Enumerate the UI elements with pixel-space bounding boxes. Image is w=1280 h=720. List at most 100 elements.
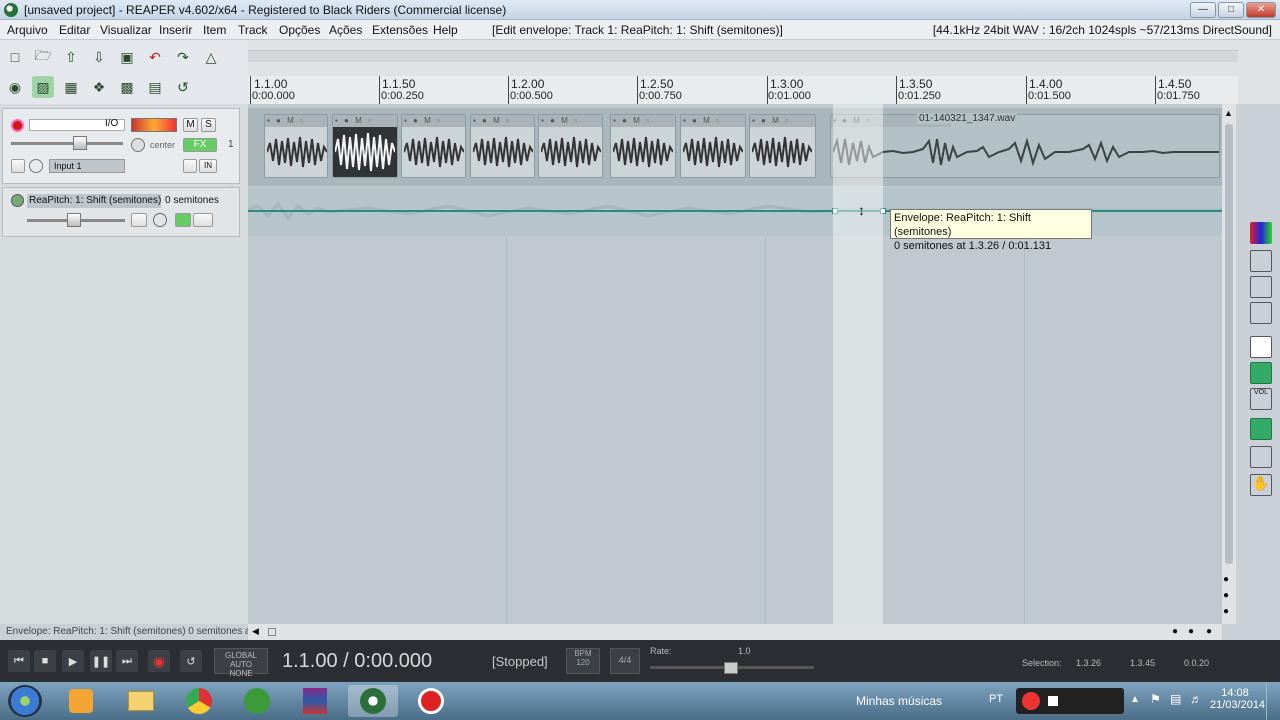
envelope-lane-header[interactable]: ReaPitch: 1: Shift (semitones) 0 semiton… [2, 187, 240, 237]
redo-icon[interactable]: ↷ [172, 46, 194, 68]
envelope-button[interactable] [183, 159, 197, 173]
menu-extensoes[interactable]: Extensões [372, 23, 428, 37]
envelope-active-button[interactable] [175, 213, 191, 227]
media-item[interactable]: ▪ ● M ▫ [264, 114, 328, 178]
menu-arquivo[interactable]: Arquivo [7, 23, 48, 37]
start-button-icon[interactable] [8, 685, 42, 717]
ripple-edit-icon[interactable]: ▨ [32, 76, 54, 98]
pause-icon[interactable]: ❚❚ [90, 650, 112, 672]
utorrent-icon[interactable] [232, 685, 282, 717]
volume-fader[interactable] [73, 136, 87, 150]
menu-track[interactable]: Track [238, 23, 268, 37]
clock[interactable]: 14:08 21/03/2014 [1210, 687, 1265, 711]
show-desktop-button[interactable] [1266, 682, 1280, 720]
menu-opcoes[interactable]: Opções [279, 23, 320, 37]
stop-icon[interactable]: ■ [34, 650, 56, 672]
loop-region-bar[interactable] [248, 50, 1238, 62]
snap-icon[interactable]: ❖ [88, 76, 110, 98]
envelope-mode-button[interactable] [131, 213, 147, 227]
time-selection[interactable] [833, 104, 883, 624]
track-1-header[interactable]: I/O M S 1 center FX Input 1 IN [2, 108, 240, 184]
loop-icon[interactable]: ↺ [172, 76, 194, 98]
hzoom-fit-icon[interactable]: ● [1206, 626, 1212, 637]
winrar-icon[interactable] [290, 685, 340, 717]
envelope-name[interactable]: ReaPitch: 1: Shift (semitones) [27, 194, 161, 208]
project-settings-icon[interactable]: ▣ [116, 46, 138, 68]
auto-crossfade-icon[interactable]: ◉ [4, 76, 26, 98]
scroll-grip-icon[interactable] [268, 628, 276, 636]
save-as-icon[interactable]: ⇩ [88, 46, 110, 68]
selection-start[interactable]: 1.3.26 [1076, 658, 1101, 668]
menu-item[interactable]: Item [203, 23, 226, 37]
selection-end[interactable]: 1.3.45 [1130, 658, 1155, 668]
record-mode-icon[interactable] [29, 159, 43, 173]
media-item[interactable]: ▪ ● M ▫ [610, 114, 676, 178]
record-icon[interactable]: ◉ [148, 650, 170, 672]
fx-button[interactable]: FX [183, 138, 217, 152]
input-select[interactable]: Input 1 [49, 159, 125, 173]
input-fx-button[interactable]: IN [199, 159, 217, 173]
zoom-in-icon[interactable]: ● [1223, 574, 1229, 585]
tray-network-icon[interactable]: ▤ [1170, 692, 1181, 706]
new-project-icon[interactable]: □ [4, 46, 26, 68]
rec-pause-icon[interactable] [1022, 692, 1040, 710]
time-signature[interactable]: 4/4 [610, 648, 640, 674]
io-button[interactable]: I/O [105, 118, 118, 129]
open-project-icon[interactable]: 🗁 [32, 46, 54, 68]
undo-icon[interactable]: ↶ [144, 46, 166, 68]
zoom-out-icon[interactable]: ● [1223, 590, 1229, 601]
record-arm-button[interactable] [11, 119, 24, 132]
scroll-up-icon[interactable]: ▲ [1224, 108, 1233, 118]
hzoom-in-icon[interactable]: ● [1172, 626, 1178, 637]
scroll-thumb[interactable] [1225, 124, 1233, 564]
media-item[interactable]: ▪ ● M ▫ [749, 114, 816, 178]
mute-button[interactable]: M [183, 118, 198, 132]
media-item[interactable]: ▪ ● M ▫ [538, 114, 603, 178]
horizontal-scrollbar[interactable]: ◀ ● ● ● [248, 624, 1222, 640]
tray-flag-icon[interactable]: ⚑ [1150, 692, 1161, 706]
tray-volume-icon[interactable]: ♬ [1190, 692, 1202, 706]
scroll-left-icon[interactable]: ◀ [252, 626, 259, 637]
hzoom-out-icon[interactable]: ● [1188, 626, 1194, 637]
track-add-icon[interactable] [1250, 418, 1272, 440]
selection-length[interactable]: 0.0.20 [1184, 658, 1209, 668]
mixer-icon[interactable] [1250, 362, 1272, 384]
menu-editar[interactable]: Editar [59, 23, 90, 37]
pan-knob[interactable] [131, 138, 145, 152]
rate-slider[interactable] [724, 662, 738, 674]
lock-icon[interactable]: ▩ [116, 76, 138, 98]
menu-acoes[interactable]: Ações [329, 23, 362, 37]
zoom-fit-icon[interactable]: ● [1223, 606, 1229, 617]
audio-format-status[interactable]: [44.1kHz 24bit WAV : 16/2ch 1024spls ~57… [933, 23, 1272, 37]
tray-arrow-icon[interactable]: ▲ [1130, 694, 1140, 705]
split-view-icon[interactable] [1250, 336, 1272, 358]
timeline-ruler[interactable]: 1.1.00 0:00.000 1.1.50 0:00.250 1.2.00 0… [248, 76, 1238, 104]
monitor-button[interactable] [11, 159, 25, 173]
media-item[interactable]: ▪ ● M ▫ [680, 114, 746, 178]
media-item[interactable]: ▪ ● M ▫ [401, 114, 466, 178]
media-item[interactable]: ▪ ● M ▫ [470, 114, 535, 178]
reaper-taskbar-icon[interactable] [348, 685, 398, 717]
repeat-icon[interactable]: ↺ [180, 650, 202, 672]
metronome-icon[interactable]: △ [200, 46, 222, 68]
save-project-icon[interactable]: ⇧ [60, 46, 82, 68]
color-icon[interactable] [1250, 222, 1272, 244]
taskbar-folder-label[interactable]: Minhas músicas [856, 694, 942, 708]
envelope-view-icon[interactable] [1250, 302, 1272, 324]
bpm-box[interactable]: BPM 120 [566, 648, 600, 674]
vertical-scrollbar[interactable]: ▲ ● ● ● [1222, 104, 1236, 624]
play-icon[interactable]: ▶ [62, 650, 84, 672]
minimize-button[interactable]: — [1190, 2, 1216, 18]
menu-help[interactable]: Help [433, 23, 458, 37]
recorder-icon[interactable] [406, 685, 456, 717]
solo-button[interactable]: S [201, 118, 216, 132]
language-indicator[interactable]: PT [989, 693, 1003, 705]
envelope-arm-button[interactable] [11, 194, 24, 207]
item-grouping-icon[interactable]: ▤ [144, 76, 166, 98]
arrange-view[interactable]: ▪ ● M ▫ ▪ ● M ▫ ▪ ● M ▫ ▪ ● M ▫ ▪ ● M ▫ … [248, 104, 1222, 624]
pencil-icon[interactable] [1250, 446, 1272, 468]
media-item-main[interactable]: ▪ ● M ▫ 01-140321_1347.wav [830, 113, 1220, 178]
menu-inserir[interactable]: Inserir [159, 23, 192, 37]
spectrum-icon[interactable] [1250, 276, 1272, 298]
media-item-selected[interactable]: ▪ ● M ▫ [332, 114, 398, 178]
